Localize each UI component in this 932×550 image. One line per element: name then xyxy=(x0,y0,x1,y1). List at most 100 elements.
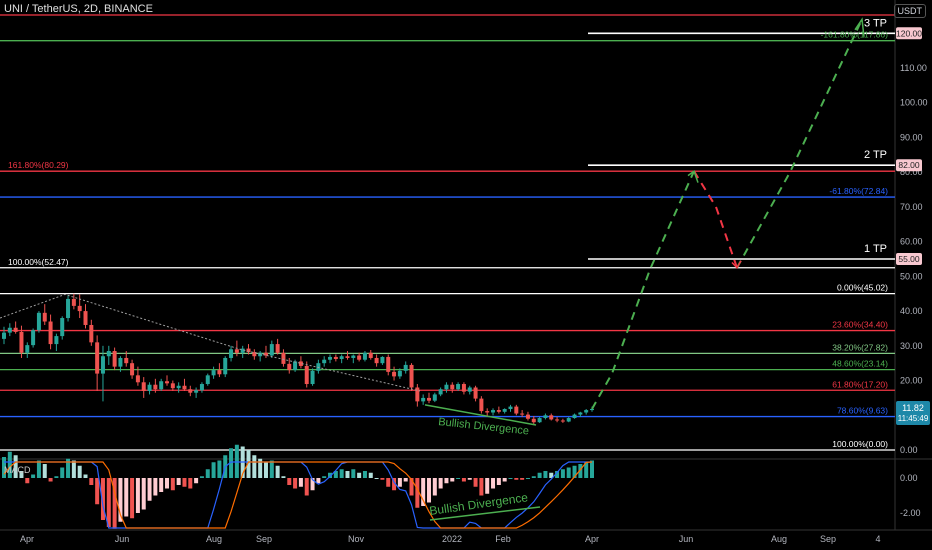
candle-body xyxy=(182,385,187,390)
time-axis-label: Sep xyxy=(256,534,272,544)
candle-body xyxy=(485,411,490,413)
macd-histogram-bar xyxy=(298,478,303,487)
candle-body xyxy=(357,355,362,360)
fib-level-label: 78.60%(9.63) xyxy=(837,406,888,416)
time-axis-label: Feb xyxy=(495,534,511,544)
macd-histogram-bar xyxy=(95,478,100,505)
macd-histogram-bar xyxy=(147,478,152,501)
candle-body xyxy=(333,356,338,360)
macd-histogram-bar xyxy=(566,467,571,478)
candle-body xyxy=(304,365,309,385)
candle-body xyxy=(275,344,280,353)
macd-histogram-bar xyxy=(89,478,94,485)
candle-body xyxy=(351,355,356,358)
macd-histogram-bar xyxy=(48,478,53,482)
target-price-tag-text: 120.00 xyxy=(896,28,922,38)
macd-histogram-bar xyxy=(467,478,472,480)
time-axis-label: Jun xyxy=(115,534,130,544)
candle-body xyxy=(269,344,274,356)
macd-histogram-bar xyxy=(531,476,536,478)
price-tick-label: 60.00 xyxy=(900,237,923,247)
candle-body xyxy=(322,359,327,364)
macd-histogram-bar xyxy=(357,472,362,478)
candle-body xyxy=(287,363,292,371)
candle-body xyxy=(502,409,507,412)
candle-body xyxy=(392,371,397,377)
candle-body xyxy=(112,351,117,367)
candle-body xyxy=(461,384,466,392)
candle-body xyxy=(328,356,333,360)
macd-histogram-bar xyxy=(135,478,140,513)
macd-histogram-bar xyxy=(130,478,135,519)
macd-histogram-bar xyxy=(514,478,519,480)
macd-histogram-bar xyxy=(252,455,257,478)
candle-body xyxy=(42,312,47,322)
macd-histogram-bar xyxy=(165,478,170,489)
candle-body xyxy=(77,305,82,312)
candle-body xyxy=(2,332,6,339)
time-axis-label: Nov xyxy=(348,534,365,544)
macd-histogram-bar xyxy=(496,478,501,485)
macd-histogram-bar xyxy=(403,478,408,482)
macd-histogram-bar xyxy=(386,478,391,487)
candle-body xyxy=(54,336,59,345)
candle-body xyxy=(106,351,111,357)
macd-histogram-bar xyxy=(263,462,268,478)
time-axis-label: 4 xyxy=(875,534,880,544)
candle-body xyxy=(48,321,53,345)
candle-body xyxy=(456,384,461,390)
macd-histogram-bar xyxy=(281,476,286,478)
projection-up-2 xyxy=(736,18,863,269)
candle-body xyxy=(130,363,135,376)
macd-histogram-bar xyxy=(25,478,30,484)
candle-body xyxy=(362,352,367,360)
macd-histogram-bar xyxy=(54,476,59,478)
price-tick-label: 0.00 xyxy=(900,445,918,455)
macd-histogram-bar xyxy=(205,469,210,478)
macd-histogram-bar xyxy=(234,444,239,478)
candle-body xyxy=(572,414,577,419)
symbol-header[interactable]: UNI / TetherUS, 2D, BINANCE xyxy=(4,3,153,15)
fib-level-label: -61.80%(72.84) xyxy=(829,186,888,196)
candle-body xyxy=(229,349,234,358)
candle-body xyxy=(188,389,193,393)
candle-body xyxy=(281,352,286,364)
candle-body xyxy=(165,381,170,384)
candle-body xyxy=(496,410,501,412)
candle-body xyxy=(211,370,216,376)
fib-level-label: 0.00%(45.02) xyxy=(837,283,888,293)
candle-body xyxy=(403,364,408,371)
macd-histogram-bar xyxy=(153,478,158,496)
macd-histogram-bar xyxy=(83,474,88,478)
projection-pullback xyxy=(693,170,738,269)
last-price-value: 11.82 xyxy=(902,403,924,413)
price-tick-label: 20.00 xyxy=(900,376,923,386)
macd-tick-label: 0.00 xyxy=(900,473,918,483)
candle-body xyxy=(421,397,426,402)
candle-body xyxy=(258,352,263,357)
fib-level-label: 23.60%(34.40) xyxy=(832,320,888,330)
macd-histogram-bar xyxy=(77,465,82,478)
candle-body xyxy=(71,298,76,306)
macd-histogram-bar xyxy=(491,478,496,489)
price-tick-label: 70.00 xyxy=(900,202,923,212)
macd-histogram-bar xyxy=(71,460,76,478)
macd-histogram-bar xyxy=(287,478,292,485)
macd-histogram-bar xyxy=(345,471,350,478)
candle-body xyxy=(345,356,350,358)
target-price-tag-text: 82.00 xyxy=(898,160,920,170)
macd-histogram-bar xyxy=(397,478,402,487)
currency-badge[interactable]: USDT xyxy=(893,4,926,18)
macd-histogram-bar xyxy=(473,478,478,487)
macd-histogram-bar xyxy=(543,471,548,478)
price-tick-label: 50.00 xyxy=(900,271,923,281)
macd-tick-label: -2.00 xyxy=(900,508,921,518)
macd-histogram-bar xyxy=(380,478,385,480)
candle-body xyxy=(170,383,175,389)
candle-body xyxy=(31,330,36,346)
macd-histogram-bar xyxy=(199,476,204,478)
target-label: 1 TP xyxy=(864,243,887,255)
candle-body xyxy=(135,375,140,383)
time-axis-label: Aug xyxy=(206,534,222,544)
candle-body xyxy=(293,361,298,371)
